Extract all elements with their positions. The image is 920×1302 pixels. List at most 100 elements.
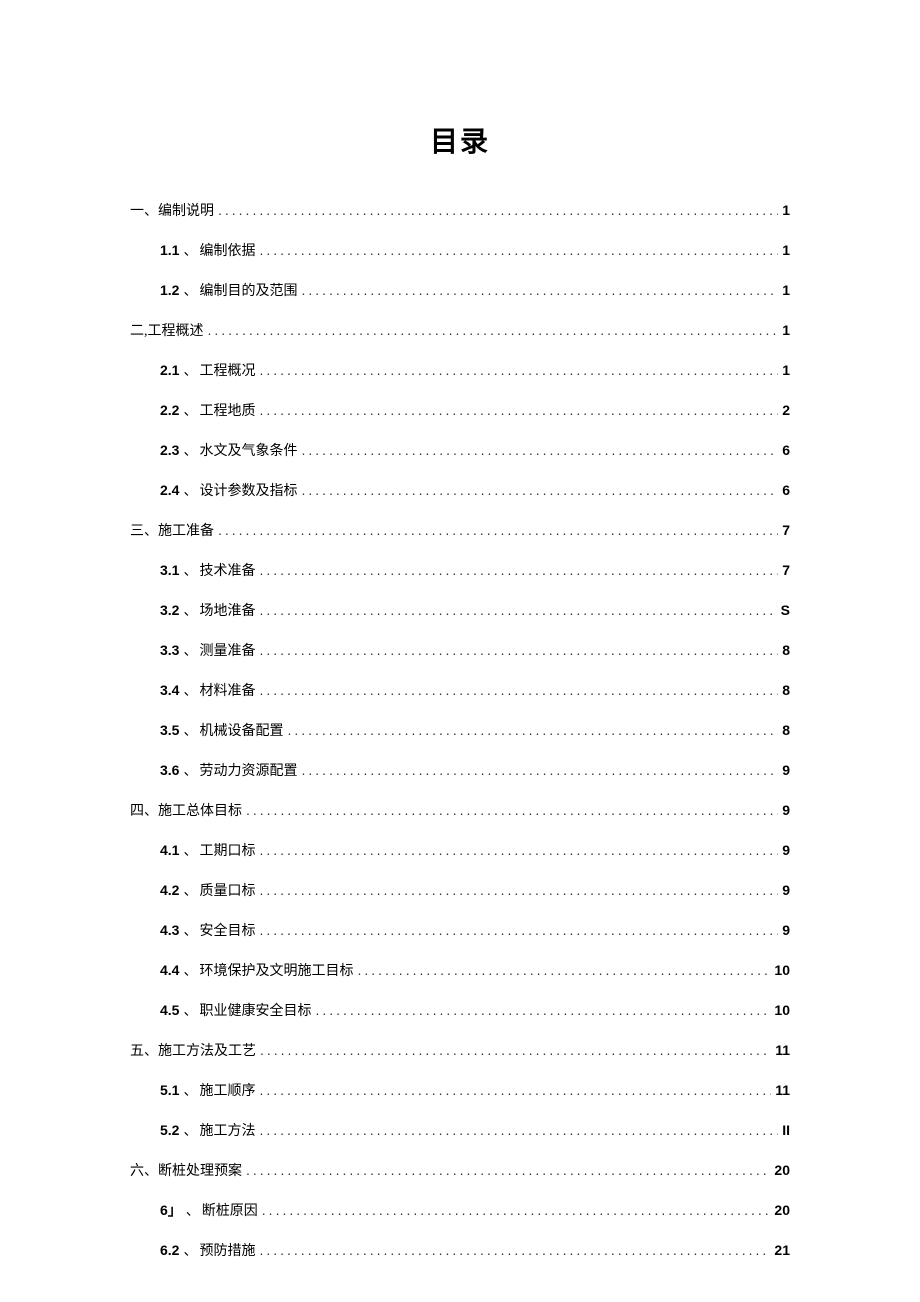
toc-entry-page: 1 xyxy=(782,362,790,378)
toc-entry-page: 10 xyxy=(774,1002,790,1018)
toc-entry-number: 3.3 xyxy=(160,642,179,658)
toc-entry-text: 材料准备 xyxy=(199,680,255,700)
toc-dots xyxy=(208,322,779,338)
toc-entry-number: 6」 xyxy=(160,1200,182,1220)
toc-entry: 3.2、场地淮备S xyxy=(130,600,790,620)
toc-entry-separator: 、 xyxy=(186,1200,200,1220)
toc-entry-page: 10 xyxy=(774,962,790,978)
toc-entry-page: 9 xyxy=(782,842,790,858)
toc-entry: 4.1、工期口标9 xyxy=(130,840,790,860)
toc-entry-text: 测量准备 xyxy=(199,640,255,660)
toc-entry-separator: 、 xyxy=(183,920,197,940)
toc-dots xyxy=(260,1042,771,1058)
toc-entry-page: 9 xyxy=(782,882,790,898)
toc-dots xyxy=(315,1002,770,1018)
toc-entry-separator: 、 xyxy=(183,640,197,660)
toc-entry-text: 预防措施 xyxy=(199,1240,255,1260)
toc-entry-text: 工程概况 xyxy=(199,360,255,380)
page-title: 目录 xyxy=(130,120,790,160)
toc-entry: 五、施工方法及工艺11 xyxy=(130,1040,790,1060)
toc-entry-number: 2.1 xyxy=(160,362,179,378)
toc-entry-text: 施工方法 xyxy=(199,1120,255,1140)
toc-entry-separator: 、 xyxy=(183,680,197,700)
toc-dots xyxy=(259,1122,778,1138)
toc-entry-separator: 、 xyxy=(183,1000,197,1020)
toc-dots xyxy=(259,922,778,938)
toc-entry: 4.2、质量口标9 xyxy=(130,880,790,900)
toc-entry-number: 1.2 xyxy=(160,282,179,298)
toc-entry-number: 4.2 xyxy=(160,882,179,898)
toc-entry-text: 劳动力资源配置 xyxy=(199,760,297,780)
toc-entry-page: 6 xyxy=(782,442,790,458)
toc-entry-page: 7 xyxy=(782,522,790,538)
toc-entry-page: 1 xyxy=(782,202,790,218)
toc-entry-number: 3.2 xyxy=(160,602,179,618)
toc-entry-page: 11 xyxy=(775,1082,790,1098)
toc-entry: 3.4、材料准备 8 xyxy=(130,680,790,700)
toc-entry-text: 设计参数及指标 xyxy=(199,480,297,500)
toc-entry-separator: 、 xyxy=(183,280,197,300)
toc-entry: 2.1、工程概况 1 xyxy=(130,360,790,380)
toc-entry: 2.2、工程地质2 xyxy=(130,400,790,420)
toc-entry-page: 7 xyxy=(782,562,790,578)
toc-entry-number: 5.1 xyxy=(160,1082,179,1098)
toc-entry-text: 断桩处理预案 xyxy=(158,1160,242,1180)
toc-entry-number: 3.4 xyxy=(160,682,179,698)
toc-entry-page: 8 xyxy=(782,642,790,658)
toc-entry-page: 20 xyxy=(774,1202,790,1218)
toc-entry: 4.3、安全目标9 xyxy=(130,920,790,940)
toc-dots xyxy=(301,762,778,778)
toc-entry-separator: 、 xyxy=(183,1240,197,1260)
toc-entry: 一、编制说明 1 xyxy=(130,200,790,220)
toc-entry-page: 1 xyxy=(782,322,790,338)
toc-entry: 6.2、预防措施 21 xyxy=(130,1240,790,1260)
toc-dots xyxy=(259,882,778,898)
toc-entry-text: 编制说明 xyxy=(158,200,214,220)
toc-entry: 二,工程概述1 xyxy=(130,320,790,340)
toc-entry-text: 机械设备配置 xyxy=(199,720,283,740)
toc-entry-number: 3.5 xyxy=(160,722,179,738)
toc-entry-text: 安全目标 xyxy=(199,920,255,940)
toc-dots xyxy=(246,802,778,818)
toc-entry-text: 工程地质 xyxy=(199,400,255,420)
toc-entry: 1.2、编制目的及范围1 xyxy=(130,280,790,300)
toc-entry: 3.3、测量准备 8 xyxy=(130,640,790,660)
toc-dots xyxy=(357,962,770,978)
toc-entry-page: 9 xyxy=(782,762,790,778)
toc-entry: 6」、断桩原因 20 xyxy=(130,1200,790,1220)
toc-entry-separator: 、 xyxy=(183,560,197,580)
toc-entry-number: 2.4 xyxy=(160,482,179,498)
toc-entry-separator: 、 xyxy=(183,360,197,380)
toc-dots xyxy=(259,362,778,378)
toc-entry-text: 质量口标 xyxy=(199,880,255,900)
toc-entry-text: 断桩原因 xyxy=(202,1200,258,1220)
toc-entry-page: S xyxy=(781,602,790,618)
toc-entry-number: 五、 xyxy=(130,1040,158,1060)
toc-dots xyxy=(287,722,778,738)
toc-entry-page: 21 xyxy=(774,1242,790,1258)
toc-entry-separator: 、 xyxy=(183,1080,197,1100)
toc-entry-number: 6.2 xyxy=(160,1242,179,1258)
toc-entry-page: 1 xyxy=(782,282,790,298)
table-of-contents: 一、编制说明11.1、编制依据11.2、编制目的及范围1二,工程概述12.1、工… xyxy=(130,200,790,1260)
toc-entry-page: 11 xyxy=(775,1042,790,1058)
toc-entry-number: 一、 xyxy=(130,200,158,220)
toc-entry-text: 技术准备 xyxy=(199,560,255,580)
toc-entry-number: 六、 xyxy=(130,1160,158,1180)
toc-dots xyxy=(259,682,778,698)
toc-dots xyxy=(259,1082,771,1098)
toc-entry-page: 6 xyxy=(782,482,790,498)
toc-entry-page: 20 xyxy=(774,1162,790,1178)
toc-entry-separator: 、 xyxy=(183,400,197,420)
toc-entry-number: 3.6 xyxy=(160,762,179,778)
toc-dots xyxy=(301,442,778,458)
toc-entry-number: 四、 xyxy=(130,800,158,820)
toc-dots xyxy=(301,482,778,498)
toc-entry-separator: 、 xyxy=(183,960,197,980)
toc-entry-page: 8 xyxy=(782,682,790,698)
toc-entry-text: 工期口标 xyxy=(199,840,255,860)
toc-entry-text: 环境保护及文明施工目标 xyxy=(199,960,353,980)
toc-entry-separator: 、 xyxy=(183,480,197,500)
toc-dots xyxy=(259,602,776,618)
toc-entry: 4.5、职业健康安全目标10 xyxy=(130,1000,790,1020)
